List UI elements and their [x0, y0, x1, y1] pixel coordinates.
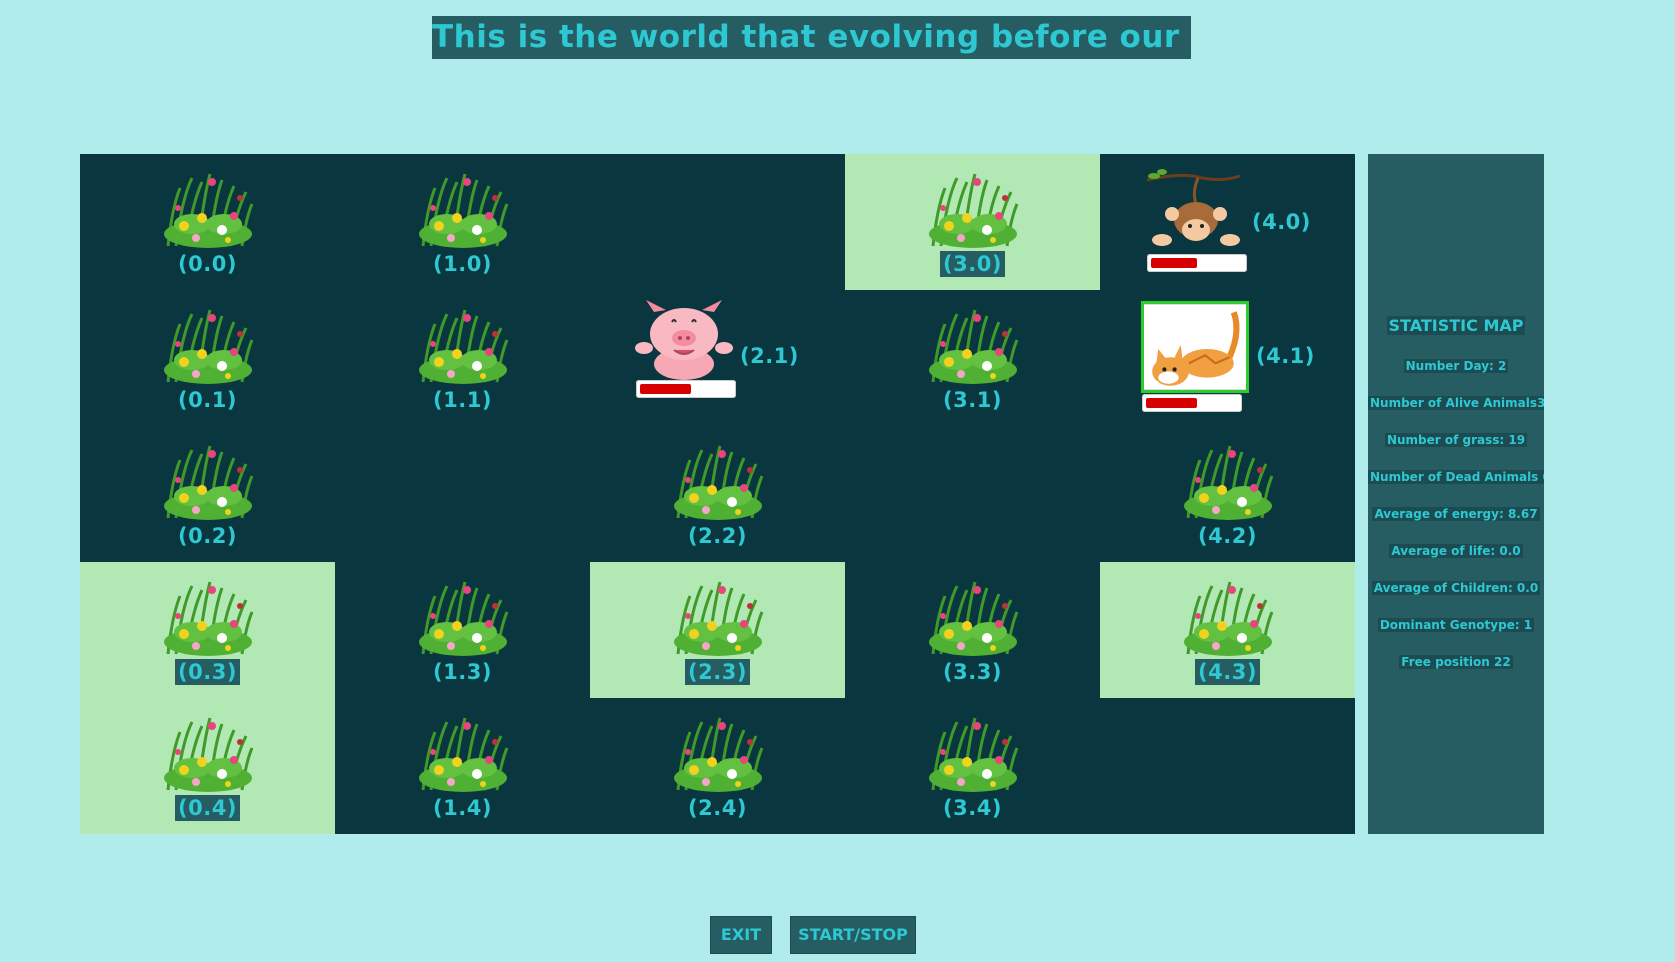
cell-2-1[interactable]: (2.1) — [590, 290, 845, 426]
grass-icon — [417, 580, 509, 656]
grass-icon — [162, 172, 254, 248]
cell-1-1[interactable]: (1.1) — [335, 290, 590, 426]
pig-icon — [635, 300, 733, 380]
energy-bar-fill — [640, 384, 691, 394]
cell-3-1[interactable]: (3.1) — [845, 290, 1100, 426]
stat-dominant-genotype: Dominant Genotype: 1 — [1377, 618, 1535, 632]
grass-icon — [162, 444, 254, 520]
stat-free-position: Free position 22 — [1399, 655, 1513, 669]
cell-3-0[interactable]: (3.0) — [845, 154, 1100, 290]
cell-0-2[interactable]: (0.2) — [80, 426, 335, 562]
world-map: (0.0) (1.0) (3.0) (4.0) (0.1) (1.1) (2.1… — [80, 154, 1355, 834]
cell-coord: (0.3) — [80, 659, 335, 685]
cell-0-1[interactable]: (0.1) — [80, 290, 335, 426]
cell-1-4[interactable]: (1.4) — [335, 698, 590, 834]
grass-icon — [162, 580, 254, 656]
monkey-icon — [1146, 169, 1241, 246]
stat-average-energy: Average of energy: 8.67 — [1372, 507, 1540, 521]
cell-4-3[interactable]: (4.3) — [1100, 562, 1355, 698]
cell-4-1[interactable]: (4.1) — [1100, 290, 1355, 426]
stat-alive-animals: Number of Alive Animals3 — [1368, 396, 1544, 410]
grass-icon — [672, 716, 764, 792]
cell-3-3[interactable]: (3.3) — [845, 562, 1100, 698]
grass-icon — [162, 308, 254, 384]
cell-coord: (3.0) — [845, 251, 1100, 277]
grass-icon — [672, 444, 764, 520]
stat-grass: Number of grass: 19 — [1384, 433, 1528, 447]
cell-3-4[interactable]: (3.4) — [845, 698, 1100, 834]
cell-coord: (3.3) — [943, 660, 1002, 684]
stat-dead-animals: Number of Dead Animals 0 — [1368, 470, 1544, 484]
grass-icon — [1182, 580, 1274, 656]
exit-button[interactable]: EXIT — [710, 916, 772, 954]
start-stop-button[interactable]: START/STOP — [790, 916, 916, 954]
grass-icon — [417, 308, 509, 384]
grass-icon — [927, 308, 1019, 384]
cell-coord: (4.3) — [1100, 659, 1355, 685]
grass-icon — [927, 716, 1019, 792]
grass-icon — [672, 580, 764, 656]
cell-coord: (4.1) — [1256, 344, 1315, 368]
cell-coord: (2.1) — [740, 344, 799, 368]
cell-4-2[interactable]: (4.2) — [1100, 426, 1355, 562]
grass-icon — [417, 172, 509, 248]
grass-icon — [417, 716, 509, 792]
cell-1-3[interactable]: (1.3) — [335, 562, 590, 698]
energy-bar-fill — [1151, 258, 1197, 268]
cell-coord: (2.2) — [688, 524, 747, 548]
page-title: This is the world that evolving before o… — [432, 16, 1191, 59]
cell-coord: (0.2) — [178, 524, 237, 548]
energy-bar — [636, 380, 736, 398]
grass-icon — [1182, 444, 1274, 520]
cat-icon — [1141, 301, 1249, 393]
cell-0-3[interactable]: (0.3) — [80, 562, 335, 698]
cell-coord: (0.0) — [178, 252, 237, 276]
cell-coord: (4.2) — [1198, 524, 1257, 548]
energy-bar-fill — [1146, 398, 1197, 408]
energy-bar — [1147, 254, 1247, 272]
stat-number-day: Number Day: 2 — [1403, 359, 1509, 373]
cell-2-2[interactable]: (2.2) — [590, 426, 845, 562]
grass-icon — [927, 580, 1019, 656]
cell-coord: (0.4) — [80, 795, 335, 821]
cell-4-0[interactable]: (4.0) — [1100, 154, 1355, 290]
cell-coord: (1.0) — [433, 252, 492, 276]
grass-icon — [162, 716, 254, 792]
cell-1-0[interactable]: (1.0) — [335, 154, 590, 290]
cell-coord: (4.0) — [1252, 210, 1311, 234]
stat-average-children: Average of Children: 0.0 — [1371, 581, 1541, 595]
cell-coord: (1.1) — [433, 388, 492, 412]
cell-coord: (3.4) — [943, 796, 1002, 820]
stat-average-life: Average of life: 0.0 — [1389, 544, 1523, 558]
stats-heading: STATISTIC MAP — [1386, 316, 1526, 335]
cell-0-0[interactable]: (0.0) — [80, 154, 335, 290]
cell-2-4[interactable]: (2.4) — [590, 698, 845, 834]
cell-coord: (0.1) — [178, 388, 237, 412]
cell-coord: (2.4) — [688, 796, 747, 820]
cell-coord: (1.3) — [433, 660, 492, 684]
app-root: This is the world that evolving before o… — [0, 0, 1675, 962]
statistics-panel: STATISTIC MAP Number Day: 2 Number of Al… — [1368, 154, 1544, 834]
cell-coord: (2.3) — [590, 659, 845, 685]
energy-bar — [1142, 394, 1242, 412]
grass-icon — [927, 172, 1019, 248]
cell-coord: (1.4) — [433, 796, 492, 820]
cell-0-4[interactable]: (0.4) — [80, 698, 335, 834]
cell-coord: (3.1) — [943, 388, 1002, 412]
cell-2-3[interactable]: (2.3) — [590, 562, 845, 698]
